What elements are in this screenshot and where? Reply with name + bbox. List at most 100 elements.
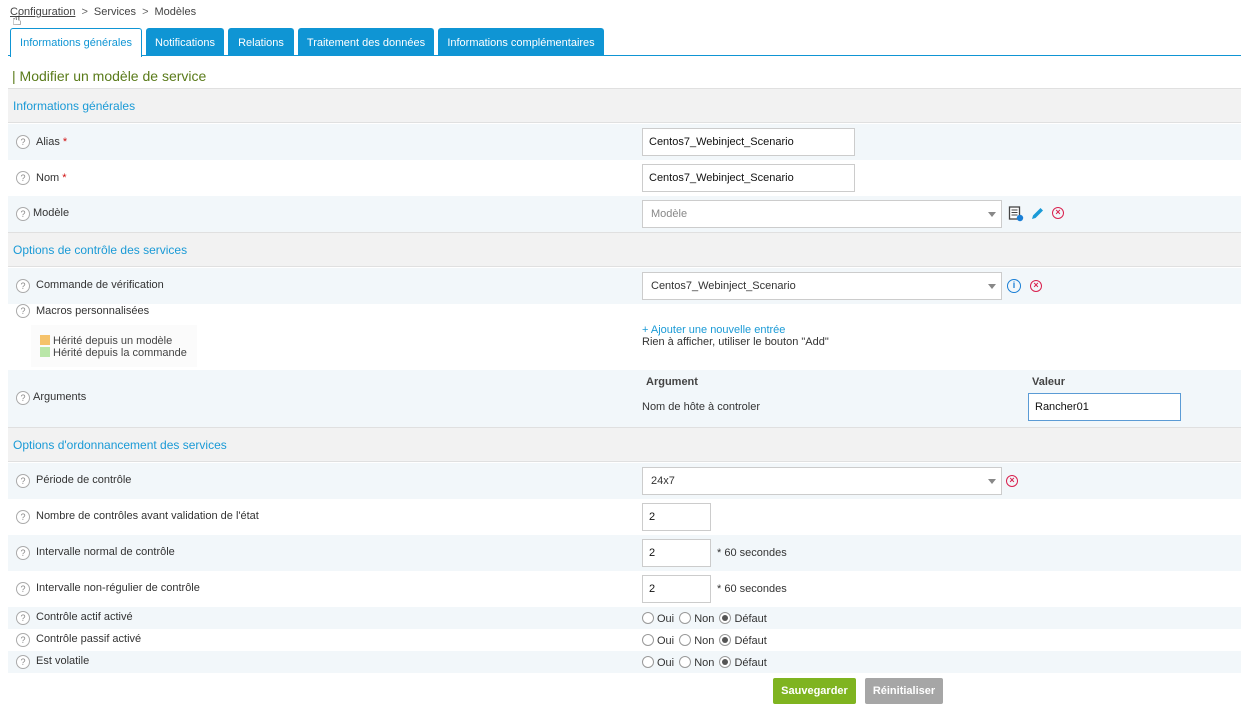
macros-label: Macros personnalisées bbox=[36, 305, 150, 317]
alias-label: Alias * bbox=[36, 136, 67, 148]
help-icon[interactable]: ? bbox=[16, 582, 30, 596]
help-icon[interactable]: ? bbox=[16, 135, 30, 149]
help-icon[interactable]: ? bbox=[16, 611, 30, 625]
breadcrumb-services[interactable]: Services bbox=[94, 6, 136, 18]
radio-defaut-label: Défaut bbox=[734, 657, 767, 669]
help-icon[interactable]: ? bbox=[16, 546, 30, 560]
help-icon[interactable]: ? bbox=[16, 207, 30, 221]
breadcrumb-separator: > bbox=[142, 6, 149, 18]
row-intervalle-normal: ? Intervalle normal de contrôle 2 * 60 s… bbox=[8, 535, 1241, 571]
legend-template-text: Hérité depuis un modèle bbox=[53, 335, 173, 347]
commande-label: Commande de vérification bbox=[36, 279, 164, 291]
info-icon[interactable]: i bbox=[1007, 279, 1021, 293]
section-options-controle: Options de contrôle des services bbox=[8, 232, 1241, 267]
nom-label-text: Nom bbox=[36, 172, 60, 184]
radio-defaut-label: Défaut bbox=[734, 635, 767, 647]
breadcrumb-separator: > bbox=[81, 6, 88, 18]
controle-actif-label: Contrôle actif activé bbox=[36, 611, 133, 623]
intervalle-normal-label: Intervalle normal de contrôle bbox=[36, 546, 175, 558]
required-marker: * bbox=[62, 136, 68, 148]
delete-icon[interactable]: × bbox=[1052, 207, 1064, 219]
tab-informations-generales[interactable]: Informations générales bbox=[10, 28, 142, 57]
alias-label-text: Alias bbox=[36, 136, 60, 148]
periode-value: 24x7 bbox=[651, 475, 675, 487]
commande-select[interactable]: Centos7_Webinject_Scenario bbox=[642, 272, 1002, 300]
radio-defaut-label: Défaut bbox=[734, 613, 767, 625]
legend-command-text: Hérité depuis la commande bbox=[53, 347, 187, 359]
reset-button[interactable]: Réinitialiser bbox=[865, 678, 943, 704]
tab-traitement-des-donnees[interactable]: Traitement des données bbox=[298, 28, 434, 56]
help-icon[interactable]: ? bbox=[16, 279, 30, 293]
delete-icon[interactable]: × bbox=[1006, 475, 1018, 487]
radio-non[interactable] bbox=[679, 656, 692, 668]
radio-oui[interactable] bbox=[642, 634, 654, 646]
row-alias: ? Alias * Centos7_Webinject_Scenario bbox=[8, 124, 1241, 160]
radio-non-label: Non bbox=[694, 613, 715, 625]
radio-non[interactable] bbox=[679, 634, 692, 646]
alias-input[interactable]: Centos7_Webinject_Scenario bbox=[642, 128, 855, 156]
row-modele: ? Modèle Modèle × bbox=[8, 196, 1241, 232]
help-icon[interactable]: ? bbox=[16, 304, 30, 318]
chevron-down-icon bbox=[988, 212, 996, 217]
radio-defaut[interactable] bbox=[719, 656, 732, 668]
save-button[interactable]: Sauvegarder bbox=[773, 678, 856, 704]
modele-select[interactable]: Modèle bbox=[642, 200, 1002, 228]
section-informations-generales: Informations générales bbox=[8, 88, 1241, 123]
breadcrumb: Configuration > Services > Modèles bbox=[10, 6, 196, 18]
help-icon[interactable]: ? bbox=[16, 510, 30, 524]
hand-cursor-icon: ☝ bbox=[12, 12, 22, 29]
intervalle-non-regulier-unit: * 60 secondes bbox=[717, 583, 787, 595]
macros-legend: Hérité depuis un modèle Hérité depuis la… bbox=[31, 325, 197, 367]
help-icon[interactable]: ? bbox=[16, 633, 30, 647]
add-entry-link[interactable]: + Ajouter une nouvelle entrée bbox=[642, 324, 785, 336]
page-title: | Modifier un modèle de service bbox=[12, 68, 207, 84]
radio-non[interactable] bbox=[679, 612, 692, 624]
modele-label: Modèle bbox=[33, 207, 70, 219]
macros-empty-text: Rien à afficher, utiliser le bouton "Add… bbox=[642, 336, 829, 348]
help-icon[interactable]: ? bbox=[16, 655, 30, 669]
tab-notifications[interactable]: Notifications bbox=[146, 28, 224, 56]
nb-controles-input[interactable]: 2 bbox=[642, 503, 711, 531]
arguments-label: Arguments bbox=[33, 391, 87, 403]
row-nom: ? Nom * Centos7_Webinject_Scenario bbox=[8, 160, 1241, 196]
nom-input[interactable]: Centos7_Webinject_Scenario bbox=[642, 164, 855, 192]
row-arguments: ? Arguments Argument Valeur Nom de hôte … bbox=[8, 370, 1241, 427]
help-icon[interactable]: ? bbox=[16, 391, 30, 405]
legend-swatch-command bbox=[40, 347, 50, 357]
controle-passif-label: Contrôle passif activé bbox=[36, 633, 142, 645]
argument-name: Nom de hôte à controler bbox=[642, 401, 761, 413]
argument-column-header: Argument bbox=[646, 376, 698, 388]
radio-oui[interactable] bbox=[642, 612, 654, 624]
volatile-label: Est volatile bbox=[36, 655, 90, 667]
row-volatile: ? Est volatile Oui Non Défaut bbox=[8, 651, 1241, 673]
radio-defaut[interactable] bbox=[719, 612, 732, 624]
intervalle-normal-unit: * 60 secondes bbox=[717, 547, 787, 559]
help-icon[interactable]: ? bbox=[16, 474, 30, 488]
tab-divider bbox=[8, 55, 1241, 56]
intervalle-non-regulier-input[interactable]: 2 bbox=[642, 575, 711, 603]
tab-relations[interactable]: Relations bbox=[228, 28, 294, 56]
template-list-icon[interactable] bbox=[1008, 206, 1024, 222]
radio-oui-label: Oui bbox=[657, 613, 675, 625]
legend-swatch-template bbox=[40, 335, 50, 345]
chevron-down-icon bbox=[988, 284, 996, 289]
intervalle-normal-input[interactable]: 2 bbox=[642, 539, 711, 567]
section-title: Options d'ordonnancement des services bbox=[13, 438, 227, 452]
nb-controles-label: Nombre de contrôles avant validation de … bbox=[36, 510, 259, 522]
nom-label: Nom * bbox=[36, 172, 67, 184]
valeur-column-header: Valeur bbox=[1032, 376, 1066, 388]
help-icon[interactable]: ? bbox=[16, 171, 30, 185]
intervalle-non-regulier-label: Intervalle non-régulier de contrôle bbox=[36, 582, 200, 594]
radio-oui-label: Oui bbox=[657, 657, 675, 669]
radio-defaut[interactable] bbox=[719, 634, 732, 646]
row-commande: ? Commande de vérification Centos7_Webin… bbox=[8, 268, 1241, 304]
row-intervalle-non-regulier: ? Intervalle non-régulier de contrôle 2 … bbox=[8, 571, 1241, 607]
argument-value-input[interactable]: Rancher01 bbox=[1028, 393, 1181, 421]
chevron-down-icon bbox=[988, 479, 996, 484]
tab-informations-complementaires[interactable]: Informations complémentaires bbox=[438, 28, 604, 56]
radio-oui[interactable] bbox=[642, 656, 654, 668]
radio-non-label: Non bbox=[694, 635, 715, 647]
periode-select[interactable]: 24x7 bbox=[642, 467, 1002, 495]
edit-pencil-icon[interactable] bbox=[1030, 206, 1045, 221]
delete-icon[interactable]: × bbox=[1030, 280, 1042, 292]
